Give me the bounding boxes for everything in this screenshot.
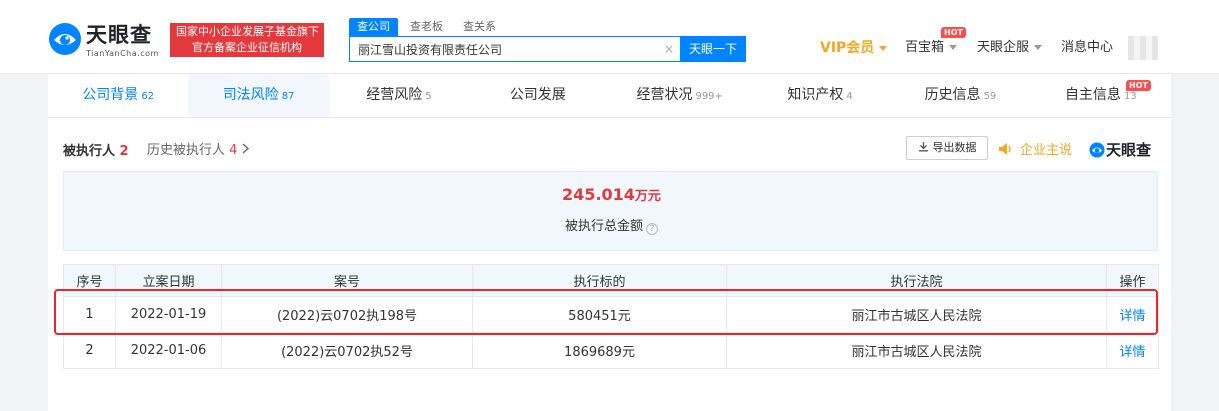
tab-count: 59 [983,91,997,102]
cell-index: 2 [63,332,116,369]
total-amount-label-text: 被执行总金额 [564,219,643,234]
total-amount-unit: 万元 [634,189,661,204]
main-panel: 公司背景 62 司法风险 87 经营风险 5 公司发展 经营状况 999+ 知识产权 4 … [48,74,1171,411]
search-area: 查公司 查老板 查关系 × 天眼一下 [349,18,746,62]
hot-badge: HOT [1126,80,1151,91]
tab-company-development[interactable]: 公司发展 [469,74,609,117]
brand-watermark-text: 天眼查 [1106,141,1152,159]
vip-label: VIP会员 [820,40,875,56]
table-row: 2 2022-01-06 (2022)云0702执52号 1869689元 丽江… [63,332,1159,369]
service-label: 天眼企服 [977,40,1030,55]
tab-label: 公司发展 [509,87,566,103]
tab-judicial-risk[interactable]: 司法风险 87 [188,74,329,117]
clear-icon[interactable]: × [664,42,674,56]
cell-date: 2022-01-06 [115,332,222,369]
search-box: × 天眼一下 [349,36,746,62]
tab-count: 62 [141,91,155,102]
search-tab-relation[interactable]: 查关系 [455,18,504,36]
history-executed-link[interactable]: 历史被执行人 4 [147,139,250,158]
total-amount-value: 245.014 [562,185,635,204]
export-label: 导出数据 [932,141,977,154]
cell-amount: 1869689元 [472,332,727,369]
tab-label: 经营状况 [636,87,693,103]
gov-badge-line2: 官方备案企业征信机构 [192,41,302,54]
tab-history-info[interactable]: 历史信息 59 [890,74,1030,117]
chevron-right-icon [242,143,249,154]
search-tab-boss[interactable]: 查老板 [402,18,451,36]
logo-eye-icon [49,23,81,55]
site-logo[interactable]: 天眼查 TianYanCha.com [48,22,160,60]
total-amount: 245.014万元 [64,185,1159,204]
tab-label: 公司背景 [82,87,139,103]
speaker-icon [999,143,1011,155]
service-menu[interactable]: 天眼企服 [977,38,1043,58]
vip-menu[interactable]: VIP会员 [820,38,888,58]
history-count: 4 [229,143,238,158]
search-button[interactable]: 天眼一下 [680,36,746,62]
tab-count: 13 [1123,91,1137,102]
hot-badge: HOT [941,27,966,38]
tab-count: 999+ [695,91,723,102]
caret-down-icon [949,45,958,50]
history-label: 历史被执行人 [147,143,226,158]
gov-badge-line1: 国家中小企业发展子基金旗下 [176,25,319,38]
tab-business-risk[interactable]: 经营风险 5 [329,74,469,117]
logo-text: 天眼查 [86,23,152,47]
section-title-label: 被执行人 [63,144,116,159]
baibaoxiang-label: 百宝箱 [905,40,945,55]
tab-intellectual-property[interactable]: 知识产权 4 [750,74,890,117]
tab-count: 4 [846,91,853,102]
cell-court: 丽江市古城区人民法院 [726,332,1107,369]
search-tab-company[interactable]: 查公司 [349,18,398,36]
gov-badge: 国家中小企业发展子基金旗下 官方备案企业征信机构 [170,23,324,57]
messages-link[interactable]: 消息中心 [1061,38,1113,58]
search-input[interactable] [358,37,658,61]
baibaoxiang-menu[interactable]: 百宝箱 [905,38,958,58]
export-button[interactable]: 导出数据 [906,136,988,160]
section-bar: 被执行人 2 历史被执行人 4 导出数据 企业主说 天眼查 [48,134,1171,164]
top-header: 天眼查 TianYanCha.com 国家中小企业发展子基金旗下 官方备案企业征… [0,0,1219,74]
caret-down-icon [879,45,888,51]
logo-eye-icon [1089,142,1105,158]
category-tabs: 公司背景 62 司法风险 87 经营风险 5 公司发展 经营状况 999+ 知识产权 4 … [48,74,1171,118]
row-highlight-box [54,289,1158,335]
company-says-link[interactable]: 企业主说 [998,139,1072,158]
tab-company-background[interactable]: 公司背景 62 [48,74,188,117]
tab-label: 司法风险 [222,87,279,103]
avatar[interactable] [1128,36,1158,60]
tab-business-status[interactable]: 经营状况 999+ [610,74,750,117]
search-tabs: 查公司 查老板 查关系 [349,18,508,36]
tab-count: 5 [425,91,432,102]
brand-watermark: 天眼查 [1089,139,1151,160]
download-icon [918,142,928,152]
logo-domain: TianYanCha.com [86,49,159,58]
total-amount-label: 被执行总金额? [64,215,1159,235]
help-circle-icon[interactable]: ? [646,223,658,235]
summary-panel: 245.014万元 被执行总金额? [63,171,1158,251]
tab-label: 历史信息 [924,87,981,103]
company-says-label: 企业主说 [1020,143,1073,158]
cell-case-no: (2022)云0702执52号 [221,332,473,369]
tab-label: 知识产权 [787,87,844,103]
section-title-count: 2 [119,144,129,159]
tab-label: 自主信息 [1064,87,1121,103]
caret-down-icon [1034,45,1043,50]
tab-label: 经营风险 [366,87,423,103]
details-link[interactable]: 详情 [1106,332,1159,369]
tab-count: 87 [281,91,295,102]
section-title[interactable]: 被执行人 2 [63,140,129,159]
